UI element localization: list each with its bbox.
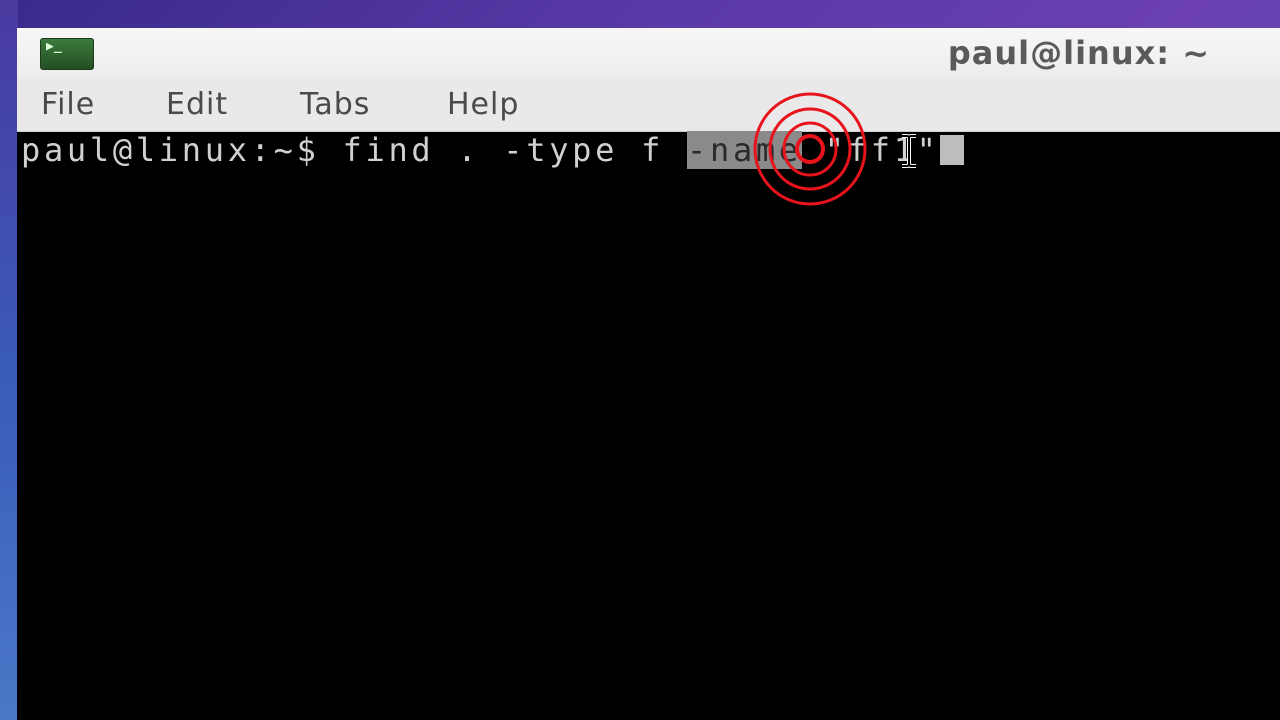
menu-bar: File Edit Tabs Help	[17, 78, 1280, 132]
window-title: paul@linux: ~	[947, 34, 1210, 72]
selected-text[interactable]: -name	[687, 131, 802, 169]
menu-help[interactable]: Help	[447, 87, 519, 122]
terminal-area[interactable]: paul@linux:~$ find . -type f -name "ff1"	[17, 131, 1280, 720]
text-cursor	[939, 135, 964, 165]
terminal-icon-glyph: ▶_	[46, 39, 62, 54]
shell-prompt: paul@linux:~$	[21, 131, 343, 169]
command-text-tail[interactable]: "ff1"	[802, 131, 940, 169]
terminal-icon: ▶_	[40, 38, 94, 70]
command-text[interactable]: find . -type f	[343, 131, 687, 169]
title-bar[interactable]: ▶_ paul@linux: ~	[17, 28, 1280, 78]
command-line[interactable]: paul@linux:~$ find . -type f -name "ff1"	[21, 131, 964, 169]
menu-edit[interactable]: Edit	[166, 87, 228, 122]
menu-tabs[interactable]: Tabs	[300, 87, 370, 122]
desktop-background	[0, 0, 18, 720]
terminal-window: ▶_ paul@linux: ~ File Edit Tabs Help pau…	[17, 28, 1280, 720]
menu-file[interactable]: File	[41, 87, 95, 122]
